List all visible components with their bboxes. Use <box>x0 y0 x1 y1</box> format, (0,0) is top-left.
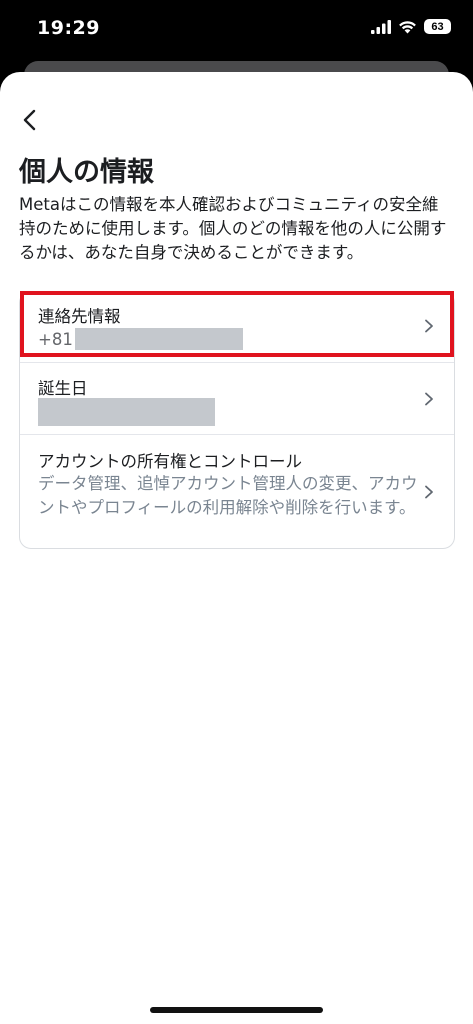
back-button[interactable] <box>14 104 46 136</box>
status-icons: 63 <box>371 19 451 34</box>
list-item-subtitle: データ管理、追悼アカウント管理人の変更、アカウントやプロフィールの利用解除や削除… <box>38 474 418 517</box>
chevron-right-icon <box>425 485 433 499</box>
list-item-contact-info[interactable]: 連絡先情報 +81 <box>20 292 454 362</box>
home-indicator[interactable] <box>150 1007 323 1013</box>
redacted-birthday <box>38 398 215 426</box>
personal-info-sheet: 個人の情報 Metaはこの情報を本人確認およびコミュニティの安全維持のために使用… <box>0 72 473 1024</box>
cellular-signal-icon <box>371 19 391 34</box>
list-item-title: 連絡先情報 <box>38 307 121 326</box>
redacted-phone-number <box>74 328 243 350</box>
screen: 19:29 63 個人の情報 Metaはこの情報を本人確認およびコミュニティの安… <box>0 0 473 1024</box>
chevron-right-icon <box>425 319 433 333</box>
list-item-title: アカウントの所有権とコントロール <box>38 452 302 471</box>
page-title: 個人の情報 <box>19 157 154 188</box>
list-item-birthday[interactable]: 誕生日 <box>20 362 454 435</box>
battery-level: 63 <box>431 20 444 33</box>
battery-icon: 63 <box>424 19 451 34</box>
status-bar: 19:29 63 <box>0 0 473 60</box>
chevron-left-icon <box>23 109 36 131</box>
list-item-title: 誕生日 <box>38 379 88 398</box>
phone-prefix: +81 <box>38 329 73 349</box>
page-description: Metaはこの情報を本人確認およびコミュニティの安全維持のために使用します。個人… <box>19 195 447 262</box>
list-item-account-ownership[interactable]: アカウントの所有権とコントロール データ管理、追悼アカウント管理人の変更、アカウ… <box>20 434 454 549</box>
status-time: 19:29 <box>37 17 100 39</box>
phone-value: +81 <box>38 328 243 350</box>
chevron-right-icon <box>425 392 433 406</box>
settings-card: 連絡先情報 +81 誕生日 アカウントの所有権とコントロール データ管理、追悼ア <box>19 291 455 549</box>
wifi-icon <box>399 20 416 33</box>
